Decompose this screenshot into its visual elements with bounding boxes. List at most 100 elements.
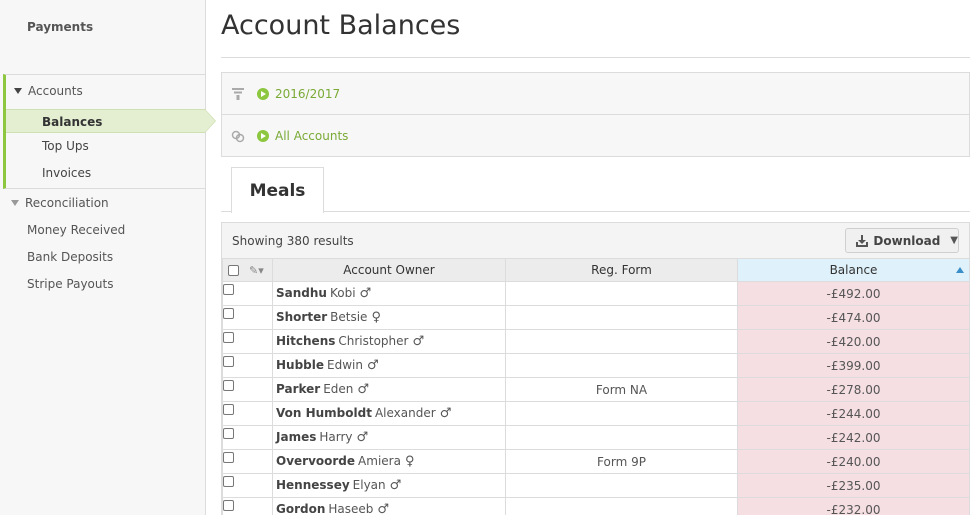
account-owner-cell[interactable]: James Harry ♂: [272, 425, 506, 450]
gender-icon: ♂: [439, 406, 452, 421]
reg-form-cell: [505, 353, 738, 378]
account-owner-cell[interactable]: Hubble Edwin ♂: [272, 353, 506, 378]
owner-surname: Hitchens: [276, 334, 336, 348]
filter-accounts-value[interactable]: All Accounts: [275, 129, 348, 143]
gender-icon: ♂: [359, 286, 372, 301]
gender-icon: ♀: [371, 310, 381, 325]
owner-surname: Hubble: [276, 358, 325, 372]
owner-first-name: Elyan: [352, 478, 386, 492]
active-pointer-fill: [205, 110, 215, 132]
owner-surname: Sandhu: [276, 286, 327, 300]
filter-year-value[interactable]: 2016/2017: [275, 87, 340, 101]
sidebar-item-bank-deposits[interactable]: Bank Deposits: [27, 250, 113, 264]
sidebar-item-money-received[interactable]: Money Received: [27, 223, 125, 237]
sidebar-item-balances[interactable]: Balances: [6, 109, 216, 133]
account-owner-cell[interactable]: Hitchens Christopher ♂: [272, 329, 506, 354]
pencil-icon[interactable]: ✎▾: [249, 264, 264, 277]
sidebar-item-top-ups[interactable]: Top Ups: [42, 139, 89, 153]
row-checkbox[interactable]: [223, 452, 234, 463]
sort-ascending-icon: [956, 267, 964, 273]
select-all-cell: ✎▾: [222, 258, 273, 282]
sidebar-item-payments[interactable]: Payments: [27, 20, 93, 34]
account-owner-cell[interactable]: Shorter Betsie ♀: [272, 305, 506, 330]
sidebar-item-label: Accounts: [28, 84, 83, 98]
account-owner-cell[interactable]: Overvoorde Amiera ♀: [272, 449, 506, 474]
row-checkbox[interactable]: [223, 380, 234, 391]
sidebar-item-stripe-payouts[interactable]: Stripe Payouts: [27, 277, 113, 291]
reg-form-cell: [505, 305, 738, 330]
row-checkbox[interactable]: [223, 404, 234, 415]
row-select-cell: [222, 281, 273, 306]
reg-form-cell: [505, 473, 738, 498]
table-row[interactable]: Gordon Haseeb ♂ -£232.00: [222, 497, 970, 515]
row-checkbox[interactable]: [223, 500, 234, 511]
row-select-cell: [222, 329, 273, 354]
row-checkbox[interactable]: [223, 428, 234, 439]
table-row[interactable]: Shorter Betsie ♀ -£474.00: [222, 305, 970, 330]
row-select-cell: [222, 497, 273, 515]
row-select-cell: [222, 449, 273, 474]
reg-form-cell: [505, 401, 738, 426]
table-row[interactable]: Hitchens Christopher ♂ -£420.00: [222, 329, 970, 354]
row-select-cell: [222, 377, 273, 402]
sidebar-item-accounts[interactable]: Accounts: [14, 84, 83, 98]
owner-surname: Von Humboldt: [276, 406, 372, 420]
owner-first-name: Edwin: [327, 358, 363, 372]
account-owner-cell[interactable]: Sandhu Kobi ♂: [272, 281, 506, 306]
owner-surname: Overvoorde: [276, 454, 356, 468]
account-owner-cell[interactable]: Parker Eden ♂: [272, 377, 506, 402]
row-select-cell: [222, 353, 273, 378]
owner-first-name: Eden: [323, 382, 354, 396]
row-checkbox[interactable]: [223, 308, 234, 319]
row-checkbox[interactable]: [223, 356, 234, 367]
filter-year[interactable]: 2016/2017: [222, 73, 969, 115]
gender-icon: ♂: [357, 382, 370, 397]
balance-cell: -£242.00: [737, 425, 970, 450]
play-icon: [257, 130, 269, 142]
column-header-reg-form[interactable]: Reg. Form: [505, 258, 738, 282]
account-owner-cell[interactable]: Gordon Haseeb ♂: [272, 497, 506, 515]
column-header-owner[interactable]: Account Owner: [272, 258, 506, 282]
row-select-cell: [222, 401, 273, 426]
account-owner-cell[interactable]: Von Humboldt Alexander ♂: [272, 401, 506, 426]
sidebar-item-label: Reconciliation: [25, 196, 109, 210]
caret-down-icon: [14, 88, 22, 94]
select-all-checkbox[interactable]: [228, 265, 239, 276]
reg-form-cell: Form 9P: [505, 449, 738, 474]
sidebar-item-reconciliation[interactable]: Reconciliation: [11, 196, 109, 210]
balance-cell: -£240.00: [737, 449, 970, 474]
owner-surname: Hennessey: [276, 478, 350, 492]
balances-table: ✎▾ Account Owner Reg. Form Balance Sandh…: [222, 258, 970, 515]
results-count: Showing 380 results: [232, 234, 354, 248]
sidebar-item-invoices[interactable]: Invoices: [42, 166, 91, 180]
funnel-icon: [231, 87, 245, 101]
owner-surname: Parker: [276, 382, 321, 396]
table-row[interactable]: James Harry ♂ -£242.00: [222, 425, 970, 450]
balance-cell: -£492.00: [737, 281, 970, 306]
table-row[interactable]: Hubble Edwin ♂ -£399.00: [222, 353, 970, 378]
table-row[interactable]: Von Humboldt Alexander ♂ -£244.00: [222, 401, 970, 426]
gender-icon: ♂: [377, 502, 390, 515]
download-button[interactable]: Download ▼: [845, 228, 959, 253]
caret-down-icon: ▼: [950, 235, 958, 246]
table-row[interactable]: Hennessey Elyan ♂ -£235.00: [222, 473, 970, 498]
column-header-balance[interactable]: Balance: [737, 258, 970, 282]
download-label: Download: [873, 233, 941, 248]
owner-surname: James: [276, 430, 317, 444]
row-checkbox[interactable]: [223, 476, 234, 487]
download-icon: [856, 234, 868, 247]
table-header-row: ✎▾ Account Owner Reg. Form Balance: [222, 258, 970, 282]
page-title: Account Balances: [221, 10, 461, 41]
tab-meals[interactable]: Meals: [231, 167, 324, 213]
table-row[interactable]: Sandhu Kobi ♂ -£492.00: [222, 281, 970, 306]
filter-accounts[interactable]: All Accounts: [222, 115, 969, 157]
table-row[interactable]: Overvoorde Amiera ♀ Form 9P -£240.00: [222, 449, 970, 474]
table-row[interactable]: Parker Eden ♂ Form NA -£278.00: [222, 377, 970, 402]
account-owner-cell[interactable]: Hennessey Elyan ♂: [272, 473, 506, 498]
results-panel: Showing 380 results Download ▼ ✎▾ Accoun…: [221, 222, 970, 515]
row-checkbox[interactable]: [223, 332, 234, 343]
owner-first-name: Christopher: [338, 334, 409, 348]
balance-cell: -£232.00: [737, 497, 970, 515]
filter-panel: 2016/2017 All Accounts: [221, 72, 970, 157]
row-checkbox[interactable]: [223, 284, 234, 295]
